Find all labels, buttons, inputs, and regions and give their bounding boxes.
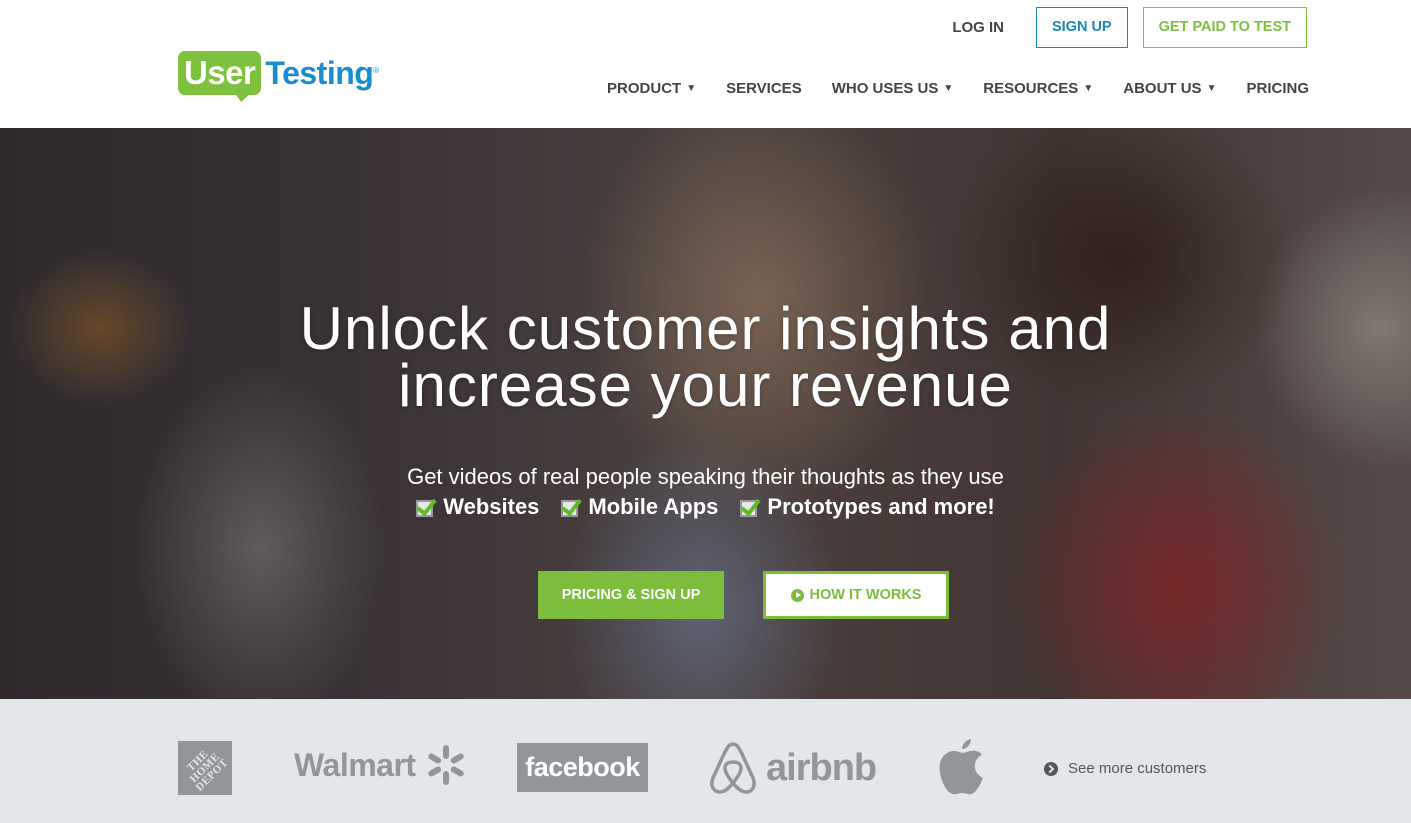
feature-item: Websites xyxy=(416,492,539,522)
nav-item-resources[interactable]: RESOURCES ▼ xyxy=(983,80,1093,97)
caret-down-icon: ▼ xyxy=(1083,83,1094,94)
nav-item-label: RESOURCES xyxy=(983,80,1079,97)
how-it-works-label: HOW IT WORKS xyxy=(809,587,922,603)
feature-item: Mobile Apps xyxy=(561,492,718,522)
logo-user-bubble: User xyxy=(178,51,262,95)
logo-testing-text: Testing xyxy=(265,55,374,91)
caret-down-icon: ▼ xyxy=(1206,83,1217,94)
feature-label: Prototypes and more! xyxy=(767,494,995,519)
feature-item: Prototypes and more! xyxy=(740,492,995,522)
checkbox-checked-icon xyxy=(740,499,758,517)
nav-item-label: WHO USES US xyxy=(831,80,939,97)
see-more-customers-label: See more customers xyxy=(1068,760,1207,777)
login-link[interactable]: LOG IN xyxy=(952,19,1004,36)
nav-item-label: ABOUT US xyxy=(1123,80,1202,97)
cta-row: PRICING & SIGN UP HOW IT WORKS xyxy=(538,571,949,619)
signup-button[interactable]: SIGN UP xyxy=(1035,7,1128,48)
walmart-logo-text: Walmart xyxy=(294,746,416,783)
hero-title-line-2: increase your revenue xyxy=(398,352,1013,419)
nav-item-services[interactable]: SERVICES xyxy=(726,80,802,97)
play-circle-icon xyxy=(790,588,804,602)
feature-list: Websites Mobile Apps Prototypes and more… xyxy=(0,492,1411,522)
hero-title: Unlock customer insights and increase yo… xyxy=(0,299,1411,416)
nav-item-product[interactable]: PRODUCT ▼ xyxy=(607,80,696,97)
chevron-circle-right-icon xyxy=(1044,761,1058,776)
site-header: User Testing ® LOG IN SIGN UP GET PAID T… xyxy=(0,0,1411,128)
how-it-works-button[interactable]: HOW IT WORKS xyxy=(763,571,949,619)
apple-logo-icon xyxy=(939,739,983,795)
walmart-logo: Walmart xyxy=(294,745,466,785)
see-more-customers-link[interactable]: See more customers xyxy=(1044,760,1206,777)
checkbox-checked-icon xyxy=(416,499,434,517)
usertesting-logo[interactable]: User Testing ® xyxy=(178,51,379,101)
caret-down-icon: ▼ xyxy=(686,83,697,94)
home-depot-logo-text: THE HOME DEPOT xyxy=(184,747,231,794)
pricing-signup-button[interactable]: PRICING & SIGN UP xyxy=(538,571,724,619)
customer-logos-strip: THE HOME DEPOT Walmart facebook airbnb S… xyxy=(0,699,1411,823)
hero-section: Unlock customer insights and increase yo… xyxy=(0,128,1411,699)
home-depot-logo: THE HOME DEPOT xyxy=(178,741,232,795)
facebook-logo-text: facebook xyxy=(525,752,640,782)
registered-mark: ® xyxy=(373,66,380,75)
nav-item-label: PRODUCT xyxy=(607,80,682,97)
hero-subtitle: Get videos of real people speaking their… xyxy=(407,464,1004,489)
nav-item-pricing[interactable]: PRICING xyxy=(1246,80,1309,97)
nav-item-label: SERVICES xyxy=(726,80,802,97)
get-paid-to-test-button[interactable]: GET PAID TO TEST xyxy=(1142,7,1307,48)
caret-down-icon: ▼ xyxy=(943,83,954,94)
walmart-spark-icon xyxy=(426,745,466,785)
nav-item-label: PRICING xyxy=(1246,80,1309,97)
airbnb-logo: airbnb xyxy=(708,741,877,795)
airbnb-belo-icon xyxy=(710,742,756,794)
main-nav: PRODUCT ▼ SERVICES WHO USES US ▼ RESOURC… xyxy=(577,80,1309,97)
feature-label: Mobile Apps xyxy=(588,494,719,519)
nav-item-about-us[interactable]: ABOUT US ▼ xyxy=(1123,80,1216,97)
nav-item-who-uses-us[interactable]: WHO USES US ▼ xyxy=(832,80,954,97)
feature-label: Websites xyxy=(443,494,540,519)
checkbox-checked-icon xyxy=(561,499,579,517)
facebook-logo: facebook xyxy=(517,743,648,792)
top-links: LOG IN SIGN UP GET PAID TO TEST xyxy=(952,7,1307,48)
airbnb-logo-text: airbnb xyxy=(766,746,877,789)
